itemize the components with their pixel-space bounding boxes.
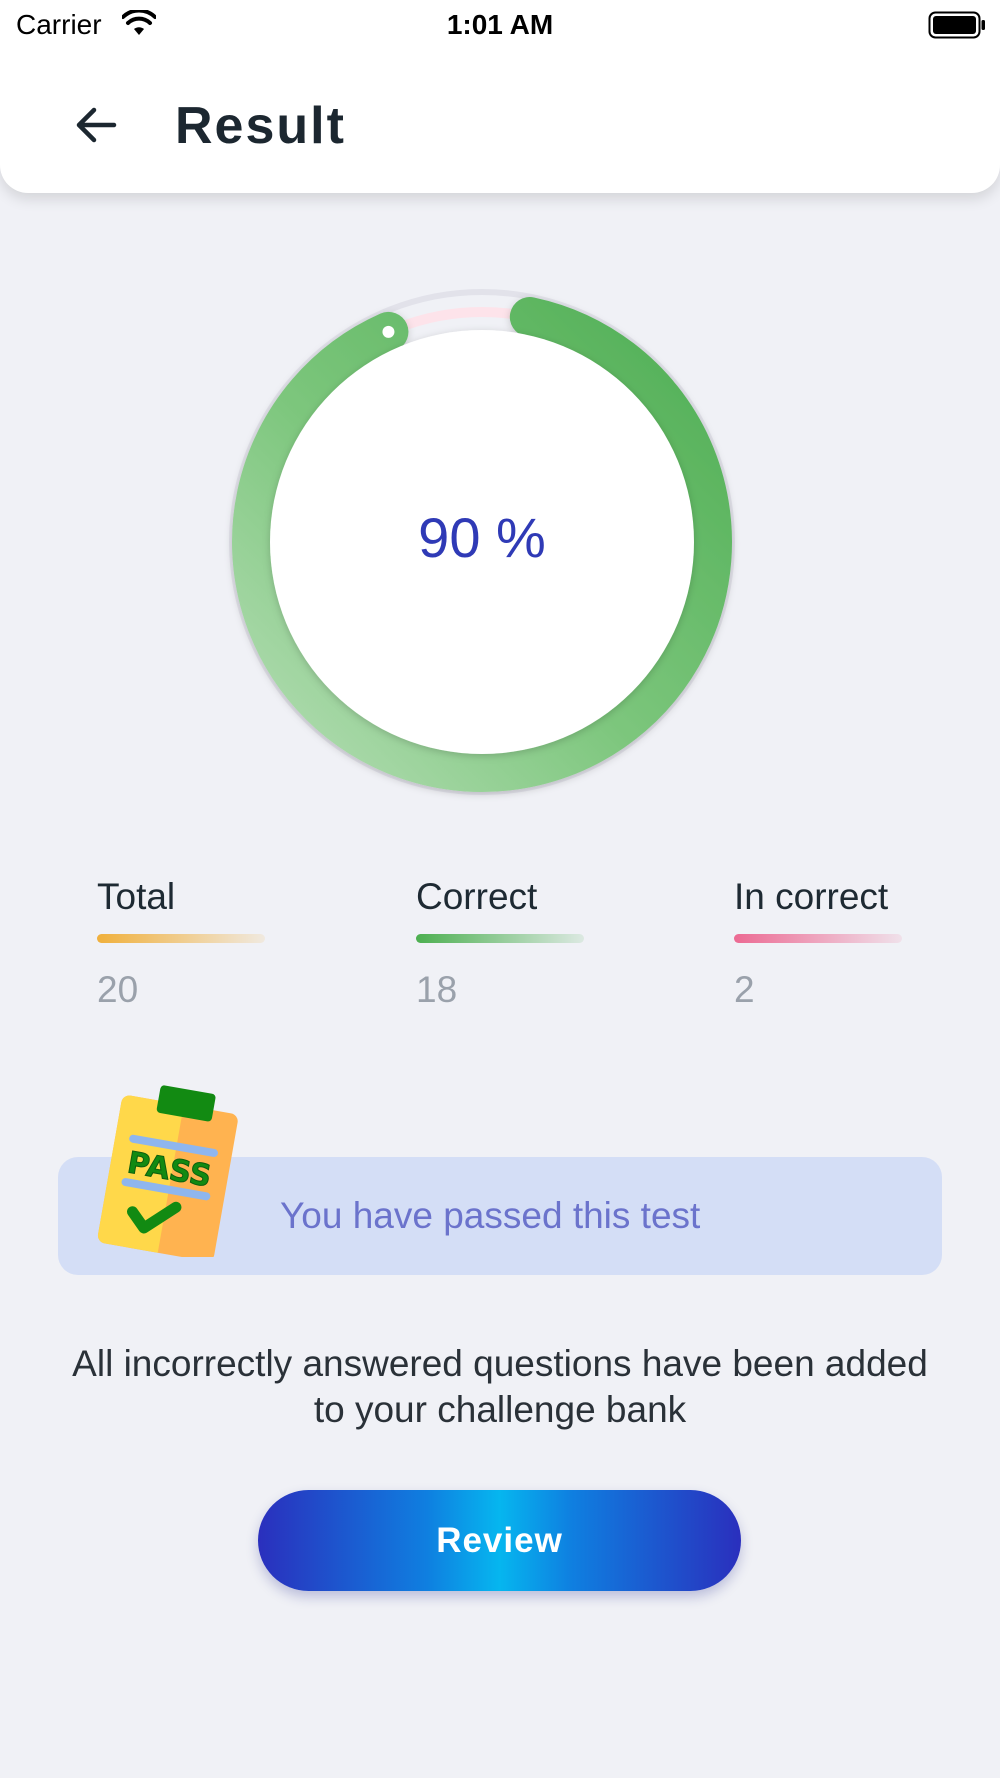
pass-message: You have passed this test bbox=[280, 1195, 701, 1236]
back-button[interactable] bbox=[66, 98, 126, 152]
stat-incorrect-value: 2 bbox=[734, 969, 755, 1010]
stat-incorrect: In correct 2 bbox=[734, 876, 934, 1011]
stat-correct-value: 18 bbox=[416, 969, 458, 1010]
stat-total-value: 20 bbox=[97, 969, 139, 1010]
score-percentage: 90 % bbox=[418, 506, 546, 569]
stat-total-label: Total bbox=[97, 876, 176, 917]
status-time: 1:01 AM bbox=[446, 9, 554, 40]
stat-correct-bar bbox=[416, 934, 584, 943]
stat-incorrect-bar bbox=[734, 934, 902, 943]
stat-total-bar bbox=[97, 934, 265, 943]
stat-correct-label: Correct bbox=[416, 876, 538, 917]
stat-correct: Correct 18 bbox=[416, 876, 616, 1011]
stat-incorrect-label: In correct bbox=[734, 876, 889, 917]
pass-clipboard-icon: PASS bbox=[97, 1085, 238, 1257]
challenge-bank-info: All incorrectly answered questions have … bbox=[72, 1343, 928, 1430]
page-title: Result bbox=[175, 97, 346, 155]
arrow-left-icon bbox=[76, 107, 117, 143]
battery-icon bbox=[928, 11, 985, 39]
gauge-end-dot bbox=[382, 325, 395, 338]
review-button[interactable]: Review bbox=[258, 1490, 741, 1591]
stat-total: Total 20 bbox=[97, 876, 297, 1011]
status-bar: Carrier 1:01 AM bbox=[0, 0, 1000, 50]
